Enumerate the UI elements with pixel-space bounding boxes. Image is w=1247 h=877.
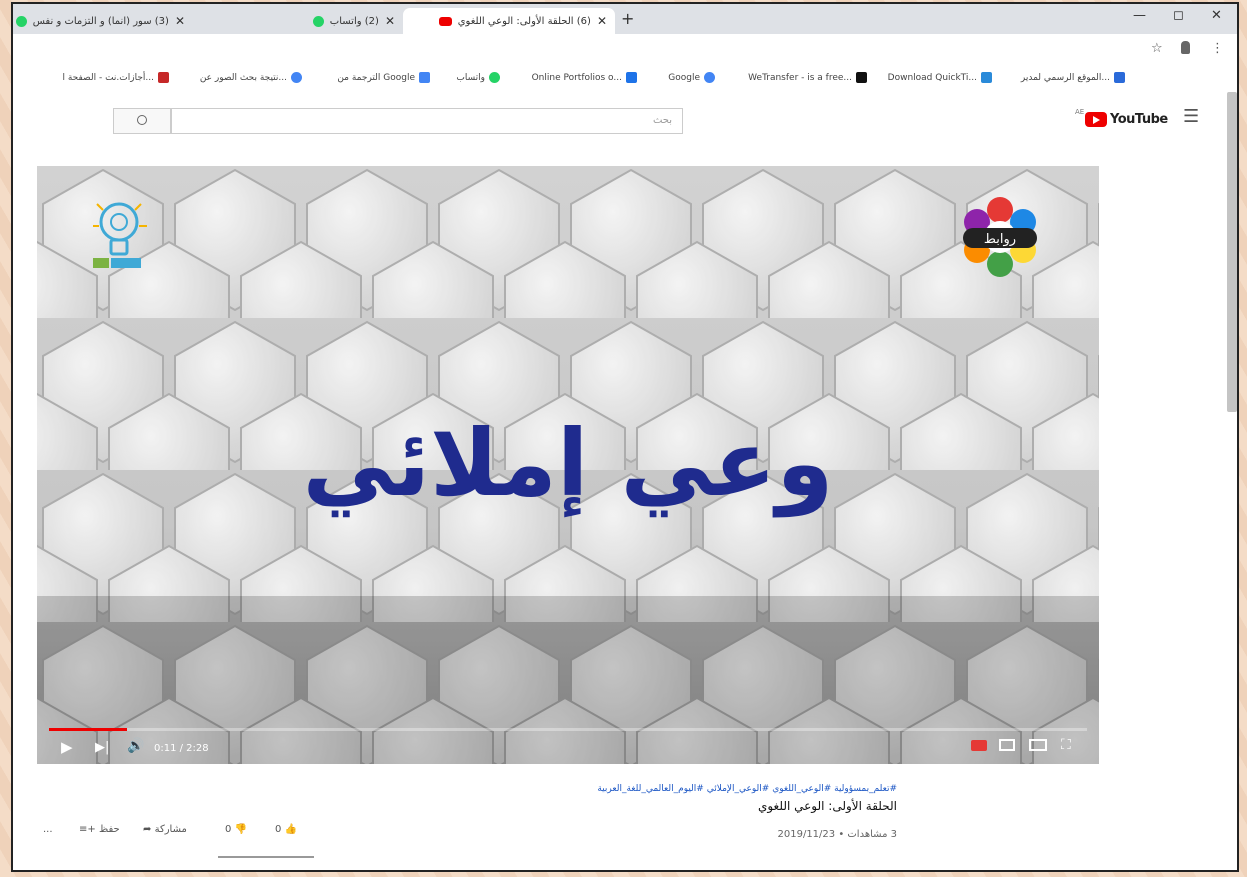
bookmark-item[interactable]: WeTransfer - is a free... xyxy=(748,72,867,83)
close-icon[interactable]: ✕ xyxy=(597,14,607,28)
lightbulb-logo-icon xyxy=(93,202,147,268)
tab-strip: ✕ (3) سور (انما) و التزمات و نفس ✕ (2) و… xyxy=(13,4,1237,34)
close-window-button[interactable]: ✕ xyxy=(1211,8,1222,23)
bookmark-item[interactable]: Google xyxy=(668,72,715,83)
bookmark-label: WeTransfer - is a free... xyxy=(748,72,852,83)
bookmark-item[interactable]: الموقع الرسمي لمدير... xyxy=(1021,72,1125,83)
region-label: AE xyxy=(1075,108,1085,116)
address-row: ☆ ⋮ xyxy=(13,34,1237,66)
video-player[interactable]: روابط وعي إملائي ▶ ▶| 🔊 0:11 / 2:28 ⛶ xyxy=(37,166,1099,764)
bookmark-icon xyxy=(981,72,992,83)
star-icon[interactable]: ☆ xyxy=(1151,41,1163,56)
restore-button[interactable]: ◻ xyxy=(1173,8,1184,23)
extension-icon[interactable] xyxy=(1181,41,1190,54)
youtube-icon xyxy=(438,16,452,26)
dislike-count: 0 xyxy=(225,824,232,835)
bookmark-item[interactable]: Download QuickTi... xyxy=(888,72,992,83)
search-button[interactable] xyxy=(113,108,171,134)
bookmark-item[interactable]: نتيجة بحث الصور عن... xyxy=(200,72,302,83)
save-icon: ≡+ xyxy=(79,824,96,835)
share-icon: ➦ xyxy=(143,824,152,835)
tab-sura[interactable]: ✕ (3) سور (انما) و التزمات و نفس xyxy=(13,8,193,34)
thumbs-down-icon: 👎 xyxy=(234,824,248,835)
hamburger-menu-icon[interactable]: ☰ xyxy=(1183,106,1199,127)
youtube-header: ☰ AE YouTube بحث xyxy=(13,92,1237,148)
logo-text: YouTube xyxy=(1110,112,1168,127)
progress-fill xyxy=(49,728,127,731)
menu-icon[interactable]: ⋮ xyxy=(1211,41,1224,56)
bookmark-icon xyxy=(1114,72,1125,83)
bookmark-label: Online Portfolios o... xyxy=(531,72,622,83)
progress-bar[interactable] xyxy=(49,728,1087,731)
like-button[interactable]: 0 👍 xyxy=(275,824,297,835)
close-icon[interactable]: ✕ xyxy=(385,14,395,28)
video-overlay-title: وعي إملائي xyxy=(302,410,834,517)
bookmark-label: الترجمة من Google xyxy=(337,72,415,83)
fullscreen-icon[interactable]: ⛶ xyxy=(1061,737,1071,753)
bookmark-item[interactable]: الترجمة من Google xyxy=(337,72,430,83)
whatsapp-icon xyxy=(312,15,324,27)
save-button[interactable]: ≡+ حفظ xyxy=(79,824,120,835)
search-icon xyxy=(137,115,147,125)
tab-label: (2) واتساب xyxy=(329,15,379,27)
more-button[interactable]: ... xyxy=(43,824,53,835)
like-count: 0 xyxy=(275,824,282,835)
like-sentiment-bar xyxy=(218,856,314,858)
bookmark-label: واتساب xyxy=(456,72,485,83)
play-icon[interactable]: ▶ xyxy=(61,738,73,756)
tab-label: (6) الحلقة الأولى: الوعي اللغوي xyxy=(457,15,591,27)
bookmark-icon xyxy=(856,72,867,83)
search-input[interactable]: بحث xyxy=(171,108,683,134)
volume-icon[interactable]: 🔊 xyxy=(127,738,144,754)
share-button[interactable]: ➦ مشاركة xyxy=(143,824,187,835)
rawabet-logo-icon: روابط xyxy=(963,197,1037,277)
bookmark-label: Google xyxy=(668,72,700,83)
youtube-play-icon xyxy=(1085,112,1107,127)
hashtags[interactable]: #تعلم_بمسؤولية #الوعي_اللغوي #الوعي_الإم… xyxy=(597,784,897,794)
bookmark-label: الموقع الرسمي لمدير... xyxy=(1020,72,1110,83)
bookmarks-bar: الموقع الرسمي لمدير... Download QuickTi.… xyxy=(13,66,1237,93)
new-tab-button[interactable]: + xyxy=(621,9,634,28)
translate-icon xyxy=(419,72,430,83)
google-icon xyxy=(704,72,715,83)
close-icon[interactable]: ✕ xyxy=(175,14,185,28)
bookmark-label: Download QuickTi... xyxy=(887,72,977,83)
whatsapp-icon xyxy=(15,15,27,27)
bookmark-item[interactable]: أجازات.نت - الصفحة ا... xyxy=(62,72,169,83)
dislike-button[interactable]: 0 👎 xyxy=(225,824,247,835)
theater-mode-icon[interactable] xyxy=(1029,739,1047,751)
save-label: حفظ xyxy=(98,824,120,835)
browser-window: ✕ (3) سور (انما) و التزمات و نفس ✕ (2) و… xyxy=(11,2,1239,872)
bookmark-icon xyxy=(158,72,169,83)
tab-youtube-active[interactable]: ✕ (6) الحلقة الأولى: الوعي اللغوي xyxy=(403,8,615,34)
minimize-button[interactable]: — xyxy=(1133,8,1146,23)
tab-label: (3) سور (انما) و التزمات و نفس xyxy=(32,15,169,27)
next-icon[interactable]: ▶| xyxy=(95,740,109,755)
bookmark-item[interactable]: واتساب xyxy=(456,72,500,83)
miniplayer-icon[interactable] xyxy=(999,739,1015,751)
video-meta: 3 مشاهدات • 2019/11/23 xyxy=(777,829,898,840)
bookmark-label: أجازات.نت - الصفحة ا... xyxy=(62,72,155,83)
share-label: مشاركة xyxy=(154,824,187,835)
thumbs-up-icon: 👍 xyxy=(284,824,298,835)
youtube-logo[interactable]: AE YouTube xyxy=(1075,108,1168,127)
bookmark-icon xyxy=(626,72,637,83)
google-icon xyxy=(291,72,302,83)
scrollbar[interactable] xyxy=(1227,92,1237,412)
tab-whatsapp[interactable]: ✕ (2) واتساب xyxy=(203,8,403,34)
autoplay-icon[interactable] xyxy=(971,740,987,751)
time-display: 0:11 / 2:28 xyxy=(154,743,209,754)
bookmark-item[interactable]: Online Portfolios o... xyxy=(532,72,637,83)
player-controls: ▶ ▶| 🔊 0:11 / 2:28 ⛶ xyxy=(37,734,1099,764)
whatsapp-icon xyxy=(489,72,500,83)
bookmark-label: نتيجة بحث الصور عن... xyxy=(199,72,287,83)
logo-text: روابط xyxy=(984,232,1016,247)
video-title: الحلقة الأولى: الوعي اللغوي xyxy=(757,799,897,813)
